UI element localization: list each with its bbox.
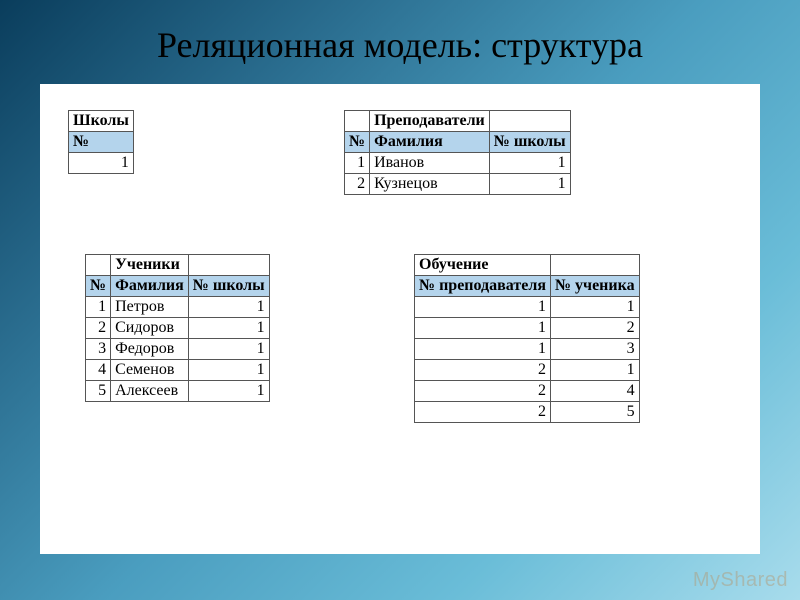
cell: 3 [86,339,111,360]
table-row: 1Петров1 [86,297,270,318]
cell: 2 [415,381,551,402]
col-students-school: № школы [188,276,269,297]
cell: 1 [69,153,134,174]
cell: 1 [188,339,269,360]
spacer [188,255,269,276]
cell: 1 [415,318,551,339]
cell: 3 [550,339,639,360]
table-row: 11 [415,297,640,318]
cell: 1 [188,381,269,402]
table-row: 2 Кузнецов 1 [345,174,571,195]
slide-title: Реляционная модель: структура [0,0,800,84]
cell: 5 [550,402,639,423]
col-students-num: № [86,276,111,297]
cell: Алексеев [111,381,189,402]
cell: Сидоров [111,318,189,339]
cell: Иванов [370,153,490,174]
cell: 1 [489,153,570,174]
cell: 1 [345,153,370,174]
table-row: 24 [415,381,640,402]
cell: 1 [415,339,551,360]
cell: 4 [86,360,111,381]
spacer [86,255,111,276]
watermark: MyShared [693,569,788,592]
table-caption-teachers: Преподаватели [370,111,490,132]
table-row: 13 [415,339,640,360]
table-row: 21 [415,360,640,381]
col-schools-num: № [69,132,134,153]
cell: 1 [188,297,269,318]
col-teachers-num: № [345,132,370,153]
cell: 1 [550,297,639,318]
col-training-teacher: № преподавателя [415,276,551,297]
col-teachers-school: № школы [489,132,570,153]
cell: 2 [86,318,111,339]
table-row: 12 [415,318,640,339]
cell: 2 [415,360,551,381]
table-row: 1 [69,153,134,174]
cell: Кузнецов [370,174,490,195]
cell: Петров [111,297,189,318]
cell: 1 [188,360,269,381]
table-row: 1 Иванов 1 [345,153,571,174]
cell: 1 [86,297,111,318]
cell: 1 [188,318,269,339]
table-students: Ученики № Фамилия № школы 1Петров1 2Сидо… [85,254,270,402]
table-row: 25 [415,402,640,423]
spacer [345,111,370,132]
table-row: 5Алексеев1 [86,381,270,402]
cell: Федоров [111,339,189,360]
table-row: 4Семенов1 [86,360,270,381]
table-caption-training: Обучение [415,255,551,276]
content-area: Школы № 1 Преподаватели № Фамилия № школ… [40,84,760,554]
cell: 2 [550,318,639,339]
cell: 5 [86,381,111,402]
col-training-student: № ученика [550,276,639,297]
table-row: 3Федоров1 [86,339,270,360]
col-teachers-surname: Фамилия [370,132,490,153]
col-students-surname: Фамилия [111,276,189,297]
spacer [550,255,639,276]
cell: 1 [489,174,570,195]
table-training: Обучение № преподавателя № ученика 11 12… [414,254,640,423]
cell: 4 [550,381,639,402]
table-caption-students: Ученики [111,255,189,276]
table-schools: Школы № 1 [68,110,134,174]
cell: 2 [415,402,551,423]
cell: 1 [550,360,639,381]
cell: 2 [345,174,370,195]
table-row: 2Сидоров1 [86,318,270,339]
table-caption-schools: Школы [69,111,134,132]
cell: Семенов [111,360,189,381]
cell: 1 [415,297,551,318]
spacer [489,111,570,132]
table-teachers: Преподаватели № Фамилия № школы 1 Иванов… [344,110,571,195]
